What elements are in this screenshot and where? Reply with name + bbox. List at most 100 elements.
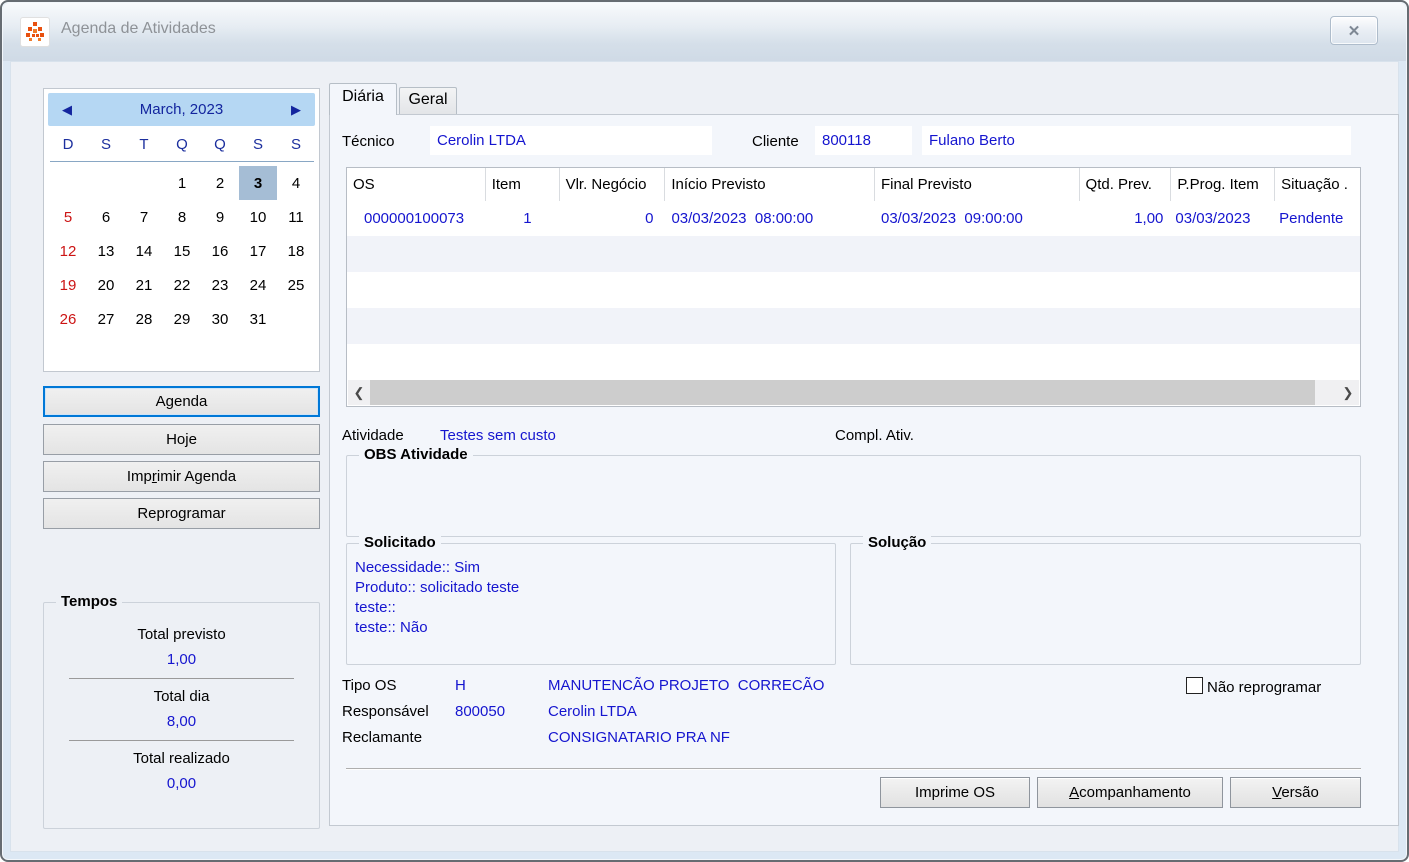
calendar-day[interactable]: 25 <box>277 268 315 302</box>
grid-column-header[interactable]: Final Previsto <box>875 168 1080 201</box>
calendar-day[interactable]: 18 <box>277 234 315 268</box>
calendar-day[interactable]: 27 <box>87 302 125 336</box>
scroll-left-icon[interactable]: ❮ <box>348 385 370 401</box>
os-grid-hscrollbar[interactable]: ❮ ❯ <box>348 380 1359 405</box>
calendar-day[interactable]: 16 <box>201 234 239 268</box>
tab-geral[interactable]: Geral <box>399 87 457 114</box>
grid-column-header[interactable]: Início Previsto <box>665 168 875 201</box>
obs-atividade-group: OBS Atividade <box>346 446 1361 537</box>
solicitado-title: Solicitado <box>359 534 441 551</box>
tempos-group-title: Tempos <box>56 593 123 610</box>
tempos-group: Tempos Total previsto 1,00 Total dia 8,00 To… <box>43 593 320 829</box>
calendar-weekday: Q <box>214 135 226 153</box>
calendar-day[interactable]: 23 <box>201 268 239 302</box>
hoje-button-label: Hoje <box>166 431 197 448</box>
calendar-day[interactable]: 6 <box>87 200 125 234</box>
responsavel-label: Responsável <box>342 703 429 720</box>
calendar-day <box>87 166 125 200</box>
calendar-day <box>277 302 315 336</box>
calendar-week-row: 19 20 21 22 23 24 25 <box>49 268 315 302</box>
calendar-day[interactable]: 8 <box>163 200 201 234</box>
solicitado-line: teste:: Não <box>355 619 428 636</box>
calendar-prev-icon[interactable]: ◀ <box>52 93 82 126</box>
cliente-code-field[interactable]: 800118 <box>815 126 912 155</box>
calendar-day[interactable]: 7 <box>125 200 163 234</box>
grid-cell: 1 <box>523 210 532 227</box>
solucao-title: Solução <box>863 534 932 551</box>
calendar-day[interactable]: 20 <box>87 268 125 302</box>
os-grid-header: OS Item Vlr. Negócio Início Previsto Final P… <box>347 168 1360 201</box>
grid-column-header[interactable]: Vlr. Negócio <box>560 168 666 201</box>
calendar-day[interactable]: 30 <box>201 302 239 336</box>
nao-reprogramar-label: Não reprogramar <box>1207 679 1322 696</box>
tab-diaria[interactable]: Diária <box>329 83 397 115</box>
atividade-value: Testes sem custo <box>440 427 556 444</box>
grid-data-row[interactable]: 000000100073 1 0 03/03/2023 08:00:00 03/03/2… <box>347 201 1360 236</box>
grid-column-header[interactable]: Situação . <box>1275 168 1360 201</box>
grid-column-header[interactable]: Qtd. Prev. <box>1080 168 1172 201</box>
close-button[interactable]: ✕ <box>1330 16 1378 45</box>
calendar-day[interactable]: 2 <box>201 166 239 200</box>
versao-button[interactable]: Versão <box>1230 777 1361 808</box>
calendar-week-row: 26 27 28 29 30 31 <box>49 302 315 336</box>
calendar-day[interactable]: 26 <box>49 302 87 336</box>
versao-button-label: Versão <box>1272 784 1319 801</box>
calendar-day[interactable]: 22 <box>163 268 201 302</box>
tempos-divider <box>69 678 294 679</box>
calendar: ◀ March, 2023 ▶ DSTQQSS 1 2 3 4 5 6 7 8 9 10 11 12 1… <box>43 88 320 372</box>
calendar-day[interactable]: 4 <box>277 166 315 200</box>
calendar-day[interactable]: 24 <box>239 268 277 302</box>
calendar-day[interactable]: 14 <box>125 234 163 268</box>
scroll-right-icon[interactable]: ❯ <box>1337 385 1359 401</box>
tempos-body: Total previsto 1,00 Total dia 8,00 Total rea… <box>44 617 319 792</box>
tab-geral-label: Geral <box>408 91 448 108</box>
calendar-day-selected[interactable]: 3 <box>239 166 277 200</box>
grid-cell: Pendente <box>1279 210 1344 227</box>
calendar-day[interactable]: 5 <box>49 200 87 234</box>
calendar-weekday: S <box>252 135 263 153</box>
hoje-button[interactable]: Hoje <box>43 424 320 455</box>
acompanhamento-button[interactable]: Acompanhamento <box>1037 777 1223 808</box>
imprimir-agenda-button[interactable]: Imprimir Agenda <box>43 461 320 492</box>
title-bar[interactable]: Agenda de Atividades ✕ <box>3 3 1406 61</box>
grid-column-header[interactable]: Item <box>486 168 560 201</box>
atividade-label: Atividade <box>342 427 404 444</box>
calendar-day[interactable]: 1 <box>163 166 201 200</box>
reprogramar-button[interactable]: Reprogramar <box>43 498 320 529</box>
tipo-os-desc: MANUTENCÃO PROJETO CORRECÃO <box>548 677 825 694</box>
grid-column-header[interactable]: OS <box>347 168 486 201</box>
calendar-day[interactable]: 15 <box>163 234 201 268</box>
calendar-day[interactable]: 28 <box>125 302 163 336</box>
calendar-day[interactable]: 12 <box>49 234 87 268</box>
tempos-item-label: Total dia <box>153 688 210 705</box>
tecnico-field[interactable]: Cerolin LTDA <box>430 126 712 155</box>
calendar-day[interactable]: 29 <box>163 302 201 336</box>
grid-cell: 000000100073 <box>364 210 465 227</box>
grid-cell: 0 <box>645 210 654 227</box>
agenda-button[interactable]: Agenda <box>43 386 320 417</box>
imprime-os-button[interactable]: Imprime OS <box>880 777 1030 808</box>
solicitado-line: Produto:: solicitado teste <box>355 579 520 596</box>
tempos-divider <box>69 740 294 741</box>
grid-cell: 1,00 <box>1134 210 1164 227</box>
solicitado-line: teste:: <box>355 599 396 616</box>
calendar-day[interactable]: 9 <box>201 200 239 234</box>
reprogramar-button-label: Reprogramar <box>137 505 226 522</box>
calendar-day[interactable]: 11 <box>277 200 315 234</box>
calendar-day[interactable]: 13 <box>87 234 125 268</box>
cliente-name-field[interactable]: Fulano Berto <box>922 126 1351 155</box>
calendar-day[interactable]: 10 <box>239 200 277 234</box>
solicitado-line: Necessidade:: Sim <box>355 559 481 576</box>
calendar-week-row: 1234 <box>49 166 315 200</box>
calendar-day[interactable]: 31 <box>239 302 277 336</box>
grid-column-header[interactable]: P.Prog. Item <box>1171 168 1276 201</box>
calendar-day[interactable]: 21 <box>125 268 163 302</box>
scroll-thumb[interactable] <box>370 380 1315 405</box>
calendar-weekday: D <box>62 135 74 153</box>
tipo-os-label: Tipo OS <box>342 677 397 694</box>
calendar-next-icon[interactable]: ▶ <box>281 93 311 126</box>
grid-empty-row <box>347 344 1360 380</box>
calendar-day[interactable]: 17 <box>239 234 277 268</box>
nao-reprogramar-checkbox[interactable] <box>1186 677 1203 694</box>
calendar-day[interactable]: 19 <box>49 268 87 302</box>
